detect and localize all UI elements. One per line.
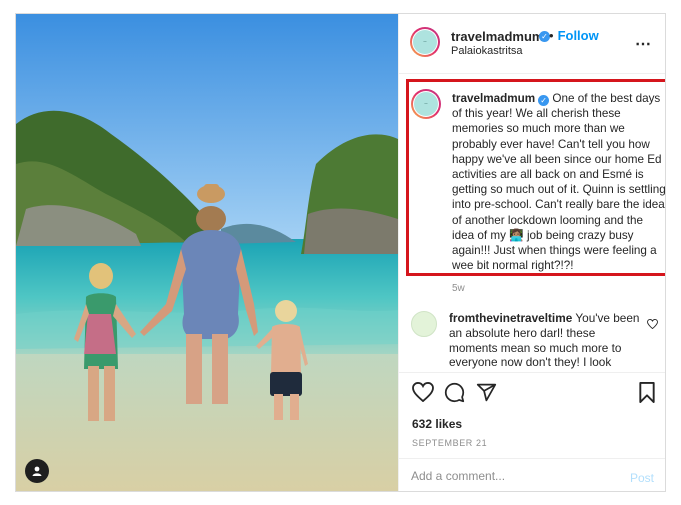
avatar-logo-text: ~ — [423, 101, 429, 107]
comment-bubble-icon[interactable] — [444, 382, 465, 403]
post-card: ~ travelmadmum ✓ • Follow Palaiokastritsa… — [15, 13, 666, 492]
comment-like-heart-icon[interactable] — [647, 319, 658, 329]
caption-text: travelmadmum ✓ One of the best days of th… — [452, 91, 666, 273]
caption-body: One of the best days of this year! We al… — [452, 92, 666, 273]
add-comment-input[interactable] — [411, 469, 611, 483]
caption-author-username[interactable]: travelmadmum — [452, 92, 535, 105]
post-comment-button[interactable]: Post — [630, 471, 654, 485]
post-photo[interactable] — [16, 14, 398, 491]
user-tag-icon[interactable] — [25, 459, 49, 483]
caption-author-avatar[interactable]: ~ — [411, 89, 441, 119]
commenter-username[interactable]: fromthevinetraveltime — [449, 311, 572, 325]
share-send-icon[interactable] — [476, 382, 497, 403]
post-side-panel: ~ travelmadmum ✓ • Follow Palaiokastritsa… — [398, 14, 665, 491]
more-options-icon[interactable]: ⋯ — [635, 34, 652, 54]
commenter-avatar[interactable] — [411, 311, 437, 337]
beach-photo — [16, 14, 398, 491]
avatar-logo-text: ~ — [422, 39, 428, 45]
post-date[interactable]: SEPTEMBER 21 — [412, 438, 487, 448]
separator-dot: • — [549, 28, 554, 43]
post-location[interactable]: Palaiokastritsa — [451, 45, 523, 57]
comment-text: fromthevinetraveltime You've been an abs… — [449, 311, 644, 370]
add-comment-bar: Post — [399, 458, 665, 491]
follow-row: • Follow — [549, 28, 599, 43]
likes-count[interactable]: 632 likes — [412, 417, 462, 431]
caption-highlight-box: ~ travelmadmum ✓ One of the best days of … — [406, 79, 666, 276]
post-actions: 632 likes SEPTEMBER 21 Post — [399, 372, 665, 491]
caption-age[interactable]: 5w — [452, 283, 465, 294]
post-header: ~ travelmadmum ✓ • Follow Palaiokastritsa… — [399, 14, 665, 74]
save-bookmark-icon[interactable] — [638, 382, 656, 403]
author-avatar[interactable]: ~ — [410, 27, 440, 57]
verified-badge-icon: ✓ — [538, 95, 550, 106]
like-heart-icon[interactable] — [412, 382, 434, 402]
author-username[interactable]: travelmadmum — [451, 29, 543, 44]
follow-button[interactable]: Follow — [558, 28, 599, 43]
